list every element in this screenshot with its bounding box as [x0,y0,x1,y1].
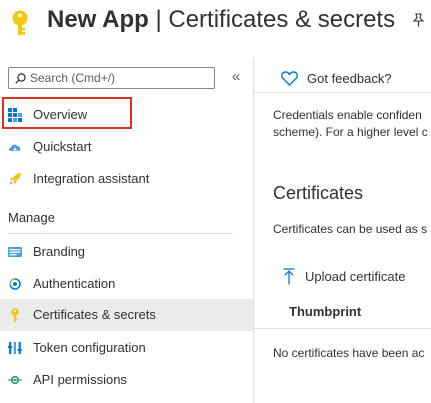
upload-arrow-icon [283,268,295,285]
heart-icon [281,70,298,86]
page-header: New App | Certificates & secrets [0,0,431,44]
quickstart-cloud-icon [9,144,21,151]
sidebar-item-label: Token configuration [33,340,146,355]
page-title: New App | Certificates & secrets [47,2,395,38]
authentication-icon [9,278,21,290]
no-certificates-message: No certificates have been ac [273,346,425,360]
search-icon [15,72,26,84]
upload-certificate-label: Upload certificate [305,269,406,284]
manage-section-label: Manage [8,210,55,225]
rocket-icon [9,173,21,185]
page-name: Certificates & secrets [168,6,396,33]
sidebar-item-label: Integration assistant [33,171,150,186]
table-header-divider [254,328,431,329]
credentials-text-line-2: scheme). For a higher level c [273,125,428,139]
collapse-sidebar-button[interactable]: « [232,69,240,85]
toolbar-divider [254,92,431,93]
upload-certificate-button[interactable]: Upload certificate [283,268,405,285]
sidebar-item-branding[interactable]: Branding [0,236,253,268]
sidebar-item-label: Branding [33,244,86,259]
branding-icon [8,247,22,257]
sidebar-item-integration-assistant[interactable]: Integration assistant [0,163,253,195]
certificates-heading: Certificates [273,183,364,203]
sidebar-item-label: Authentication [33,276,116,291]
app-name: New App [47,6,149,33]
token-bars-icon [8,342,22,354]
main-content: Got feedback? Credentials enable confide… [254,58,431,403]
key-icon [12,10,28,35]
section-divider [8,233,233,234]
title-separator: | [155,6,162,33]
feedback-label: Got feedback? [307,70,392,86]
sidebar-item-authentication[interactable]: Authentication [0,268,253,300]
sidebar: « Overview Quickstart Integration assis [0,58,253,403]
search-box[interactable] [8,67,215,89]
certificates-description: Certificates can be used as s [273,222,428,236]
sidebar-item-api-permissions[interactable]: API permissions [0,364,253,396]
api-permissions-icon [8,375,22,385]
feedback-button[interactable]: Got feedback? [281,68,392,88]
key-icon [11,308,19,322]
sidebar-item-quickstart[interactable]: Quickstart [0,131,253,163]
thumbprint-column-header[interactable]: Thumbprint [289,304,361,319]
sidebar-item-token-configuration[interactable]: Token configuration [0,332,253,364]
search-input[interactable] [30,71,200,85]
sidebar-item-label: API permissions [33,372,127,387]
overview-highlight-box [2,97,132,129]
sidebar-item-label: Quickstart [33,139,92,154]
pin-icon[interactable] [412,13,425,27]
sidebar-item-label: Certificates & secrets [33,307,156,322]
credentials-text-line-1: Credentials enable confiden [273,108,422,122]
sidebar-item-certificates-secrets[interactable]: Certificates & secrets [0,299,253,331]
